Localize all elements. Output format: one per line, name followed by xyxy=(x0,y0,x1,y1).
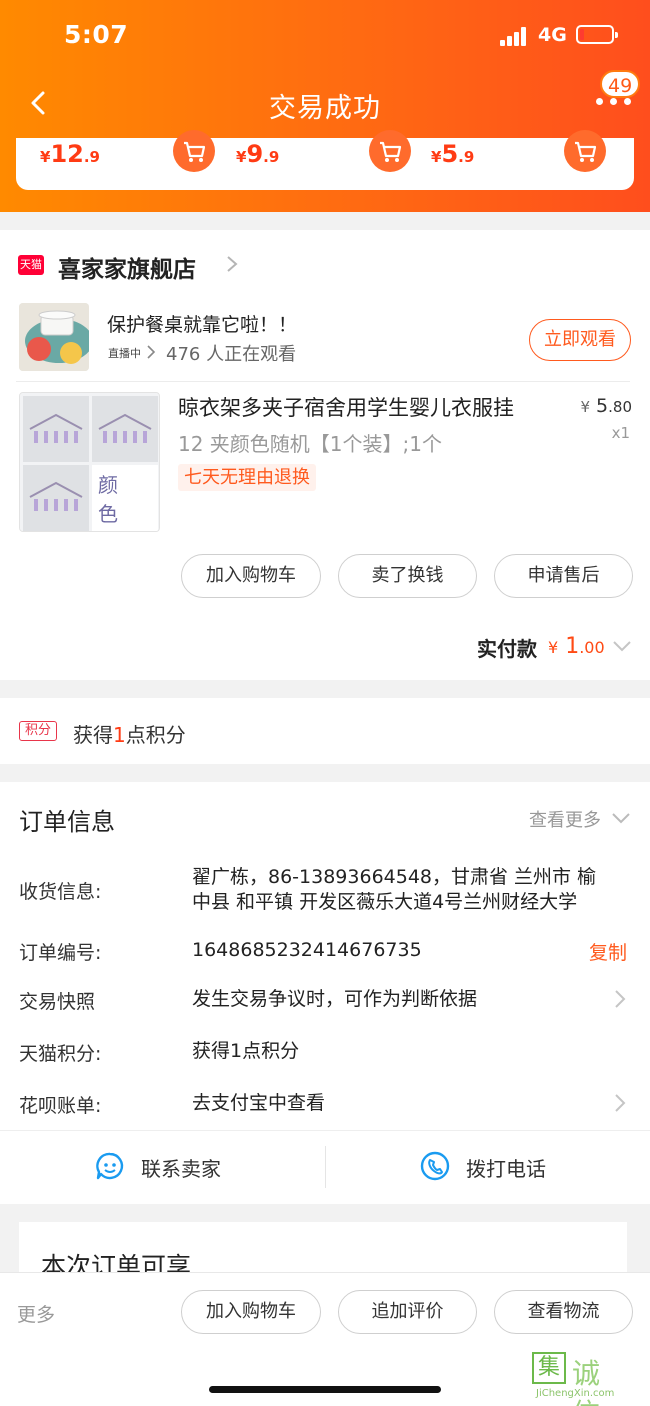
contact-seller-button[interactable]: 联系卖家 xyxy=(141,1153,221,1182)
live-viewer-count: 476 人正在观看 xyxy=(166,344,297,365)
add-cart-icon[interactable] xyxy=(369,130,411,172)
order-info-heading: 订单信息 xyxy=(19,808,115,836)
paid-label: 实付款 xyxy=(477,637,537,661)
order-number-label: 订单编号: xyxy=(19,942,102,964)
more-menu-icon[interactable] xyxy=(596,98,632,110)
divider xyxy=(325,1146,326,1188)
message-count-badge[interactable]: 49 xyxy=(600,70,641,98)
image-caption: 颜色 随机 xyxy=(98,473,132,526)
order-number-value: 1648685232414676735 xyxy=(192,939,422,961)
shipping-label: 收货信息: xyxy=(19,881,102,903)
phone-icon[interactable] xyxy=(419,1150,451,1186)
signal-icon xyxy=(500,26,532,46)
watch-live-button[interactable]: 立即观看 xyxy=(529,319,631,361)
view-more-link[interactable]: 查看更多 xyxy=(529,806,601,832)
product-price: ¥ 5.80 xyxy=(580,395,632,417)
huabei-label[interactable]: 花呗账单: xyxy=(19,1091,101,1118)
points-tag: 积分 xyxy=(19,721,57,741)
tmall-badge: 天猫 xyxy=(18,255,44,275)
chevron-right-icon[interactable] xyxy=(614,989,626,1013)
product-title[interactable]: 晾衣架多夹子宿舍用学生婴儿衣服挂 xyxy=(178,392,514,422)
chat-icon[interactable] xyxy=(94,1150,126,1186)
more-button[interactable]: 更多 xyxy=(17,1300,55,1327)
product-quantity: x1 xyxy=(611,424,630,442)
product-spec: 12 夹颜色随机【1个装】;1个 xyxy=(178,432,442,456)
chevron-right-icon[interactable] xyxy=(614,1093,626,1117)
product-image[interactable]: 颜色 随机 xyxy=(19,392,160,532)
add-to-cart-button[interactable]: 加入购物车 xyxy=(181,554,321,598)
status-time: 5:07 xyxy=(64,20,129,49)
recommend-price[interactable]: ¥5.9 xyxy=(431,140,474,168)
points-text: 获得1点积分 xyxy=(73,723,186,747)
live-thumbnail[interactable] xyxy=(19,303,89,371)
after-sale-button[interactable]: 申请售后 xyxy=(494,554,633,598)
resell-button[interactable]: 卖了换钱 xyxy=(338,554,477,598)
paid-amount: ¥ 1.00 xyxy=(548,634,605,659)
shop-name[interactable]: 喜家家旗舰店 xyxy=(58,250,196,284)
add-cart-icon[interactable] xyxy=(564,130,606,172)
tmall-points-value: 获得1点积分 xyxy=(192,1040,300,1062)
snapshot-label[interactable]: 交易快照 xyxy=(19,987,95,1014)
divider xyxy=(16,381,630,382)
network-label: 4G xyxy=(538,24,567,46)
chevron-right-icon[interactable] xyxy=(224,254,240,278)
shipping-value: 翟广栋，86-13893664548，甘肃省 兰州市 榆 中县 和平镇 开发区薇… xyxy=(192,866,597,913)
tmall-points-label: 天猫积分: xyxy=(19,1043,102,1065)
chevron-down-icon[interactable] xyxy=(611,810,631,829)
page-title: 交易成功 xyxy=(269,93,381,124)
copy-button[interactable]: 复制 xyxy=(589,938,627,965)
recommend-price[interactable]: ¥9.9 xyxy=(236,140,279,168)
call-phone-button[interactable]: 拨打电话 xyxy=(466,1153,546,1182)
chevron-right-icon xyxy=(146,344,156,364)
add-review-button[interactable]: 追加评价 xyxy=(338,1290,477,1334)
return-policy-tag: 七天无理由退换 xyxy=(178,464,316,491)
live-title[interactable]: 保护餐桌就靠它啦！！ xyxy=(107,310,297,337)
chevron-down-icon[interactable] xyxy=(612,638,632,657)
home-indicator xyxy=(209,1386,441,1393)
recommend-price[interactable]: ¥12.9 xyxy=(40,140,100,168)
view-logistics-button[interactable]: 查看物流 xyxy=(494,1290,633,1334)
battery-icon xyxy=(576,25,618,44)
add-cart-icon[interactable] xyxy=(173,130,215,172)
recommend-strip: ¥12.9 ¥9.9 ¥5.9 xyxy=(16,130,634,190)
snapshot-value[interactable]: 发生交易争议时，可作为判断依据 xyxy=(192,987,477,1012)
live-status: 直播中 xyxy=(108,347,141,360)
add-to-cart-button[interactable]: 加入购物车 xyxy=(181,1290,321,1334)
huabei-value[interactable]: 去支付宝中查看 xyxy=(192,1091,325,1116)
